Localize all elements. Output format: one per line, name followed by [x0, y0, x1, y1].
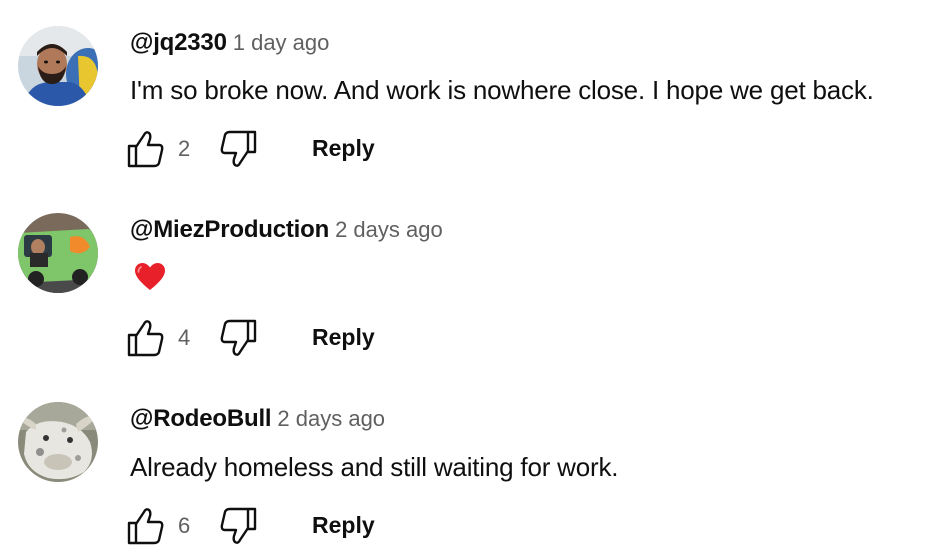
avatar[interactable] — [18, 402, 98, 482]
thumbs-down-icon — [220, 507, 257, 544]
reply-button[interactable]: Reply — [312, 326, 375, 349]
comment-item: @MiezProduction 2 days ago 4 Reply — [0, 189, 944, 369]
timestamp[interactable]: 1 day ago — [233, 30, 330, 55]
thumbs-up-icon — [127, 131, 164, 168]
dislike-button[interactable] — [218, 506, 258, 546]
thumbs-up-icon — [127, 508, 164, 545]
comment-item: @jq2330 1 day ago I'm so broke now. And w… — [0, 0, 944, 180]
red-heart-emoji-icon — [134, 262, 166, 292]
bull-avatar-icon — [18, 402, 98, 482]
avatar[interactable] — [18, 213, 98, 293]
like-button[interactable] — [126, 318, 166, 358]
dislike-button[interactable] — [218, 318, 258, 358]
like-count: 2 — [178, 136, 191, 161]
reply-button[interactable]: Reply — [312, 514, 375, 537]
comment-item: @RodeoBull 2 days ago Already homeless an… — [0, 377, 944, 557]
comment-actions: 4 Reply — [126, 318, 426, 358]
avatar[interactable] — [18, 26, 98, 106]
like-button[interactable] — [126, 129, 166, 169]
comment-text: Already homeless and still waiting for w… — [130, 452, 619, 482]
comment-actions: 6 Reply — [126, 506, 426, 546]
comment-actions: 2 Reply — [126, 129, 426, 169]
author-name[interactable]: @jq2330 — [130, 29, 227, 56]
heart-shape — [135, 263, 165, 290]
timestamp[interactable]: 2 days ago — [277, 406, 385, 431]
dislike-button[interactable] — [218, 129, 258, 169]
timestamp[interactable]: 2 days ago — [335, 217, 443, 242]
thumbs-down-icon — [220, 319, 257, 356]
like-count: 4 — [178, 325, 191, 350]
comment-header: @jq2330 1 day ago — [130, 31, 329, 55]
thumbs-up-icon — [127, 320, 164, 357]
thumbs-down-icon — [220, 130, 257, 167]
van-avatar-icon — [18, 213, 98, 293]
like-count: 6 — [178, 513, 191, 538]
like-button[interactable] — [126, 506, 166, 546]
man-with-beard-avatar-icon — [18, 26, 98, 106]
author-name[interactable]: @MiezProduction — [130, 216, 329, 243]
author-name[interactable]: @RodeoBull — [130, 405, 272, 432]
comment-text: I'm so broke now. And work is nowhere cl… — [130, 75, 874, 105]
reply-button[interactable]: Reply — [312, 137, 375, 160]
comment-header: @RodeoBull 2 days ago — [130, 407, 385, 431]
comment-header: @MiezProduction 2 days ago — [130, 218, 443, 242]
